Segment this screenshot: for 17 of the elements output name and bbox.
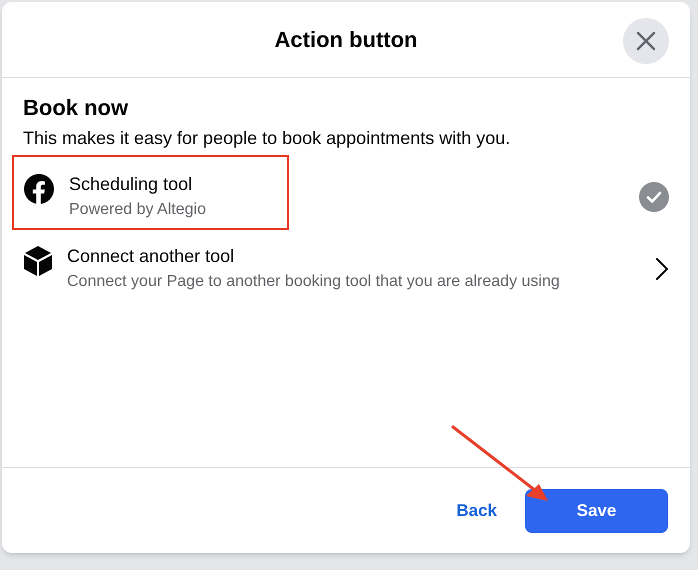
save-button[interactable]: Save [525, 488, 668, 532]
option-title: Scheduling tool [69, 173, 194, 196]
option-title: Connect another tool [67, 245, 236, 268]
circle-logo-icon [24, 174, 54, 204]
section-heading: Book now [23, 94, 130, 122]
option-subtitle: Powered by Altegio [69, 200, 207, 220]
option-row[interactable]: Connect another tool Connect your Page to another booking tool that you are already using [23, 236, 669, 302]
check-icon [639, 182, 669, 212]
close-button[interactable] [623, 18, 669, 64]
dialog-title: Action button [274, 26, 418, 54]
chevron-right-icon [655, 257, 669, 281]
cube-icon [24, 246, 52, 276]
option-subtitle: Connect your Page to another booking tool that you are already using [67, 272, 561, 292]
section-description: This makes it easy for people to book appointments with you. [23, 127, 512, 150]
back-button[interactable]: Back [450, 488, 503, 532]
close-icon [636, 31, 656, 51]
option-row[interactable]: Scheduling tool Powered by Altegio [23, 164, 669, 230]
